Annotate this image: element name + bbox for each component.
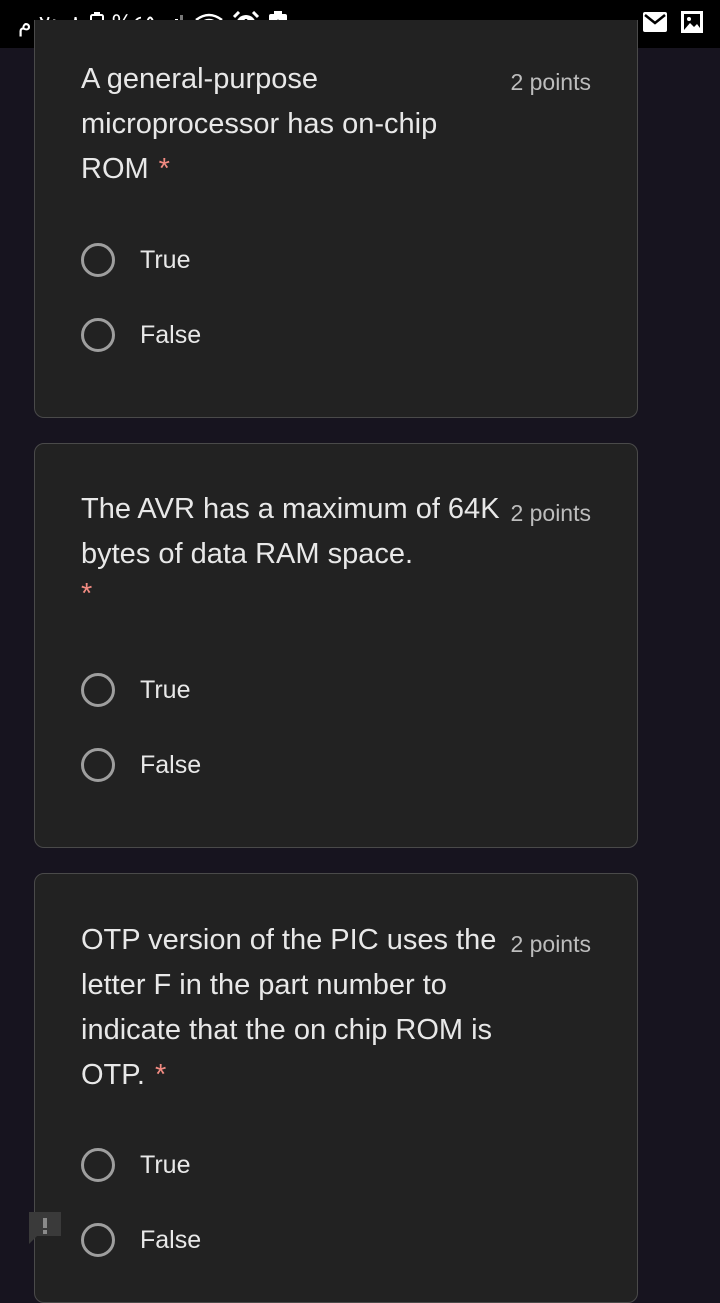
points-label: 2 points [510, 500, 591, 526]
option-false[interactable]: False [81, 316, 201, 354]
radio-button[interactable] [81, 673, 115, 707]
mail-icon [642, 11, 668, 33]
question-text: OTP version of the PIC uses the letter F… [81, 924, 497, 1091]
option-true[interactable]: True [81, 671, 190, 709]
option-label: False [140, 1225, 202, 1254]
question-card-3: OTP version of the PIC uses the letter F… [34, 873, 638, 1303]
report-feedback-icon[interactable] [26, 1209, 64, 1247]
option-label: False [140, 750, 202, 779]
question-card-1: A general-purpose microprocessor has on-… [34, 20, 638, 418]
points-label: 2 points [510, 69, 591, 95]
option-label: False [140, 320, 202, 349]
option-false[interactable]: False [81, 1221, 201, 1259]
radio-button[interactable] [81, 748, 115, 782]
option-label: True [140, 1150, 191, 1179]
question-title: A general-purpose microprocessor has on-… [81, 57, 501, 192]
radio-button[interactable] [81, 1223, 115, 1257]
option-label: True [140, 245, 191, 274]
status-right-group [642, 10, 704, 34]
points-label: 2 points [510, 931, 591, 957]
option-true[interactable]: True [81, 241, 190, 279]
required-asterisk: * [154, 1059, 167, 1091]
question-text: The AVR has a maximum of 64K bytes of da… [81, 493, 500, 570]
option-label: True [140, 675, 191, 704]
question-text: A general-purpose microprocessor has on-… [81, 63, 438, 185]
image-icon [680, 10, 704, 34]
required-asterisk: * [81, 578, 93, 610]
radio-button[interactable] [81, 243, 115, 277]
required-asterisk: * [158, 153, 170, 185]
question-title: The AVR has a maximum of 64K bytes of da… [81, 487, 501, 611]
question-card-2: The AVR has a maximum of 64K bytes of da… [34, 443, 638, 848]
option-false[interactable]: False [81, 746, 201, 784]
radio-button[interactable] [81, 1148, 115, 1182]
question-title: OTP version of the PIC uses the letter F… [81, 918, 501, 1098]
radio-button[interactable] [81, 318, 115, 352]
option-true[interactable]: True [81, 1146, 190, 1184]
